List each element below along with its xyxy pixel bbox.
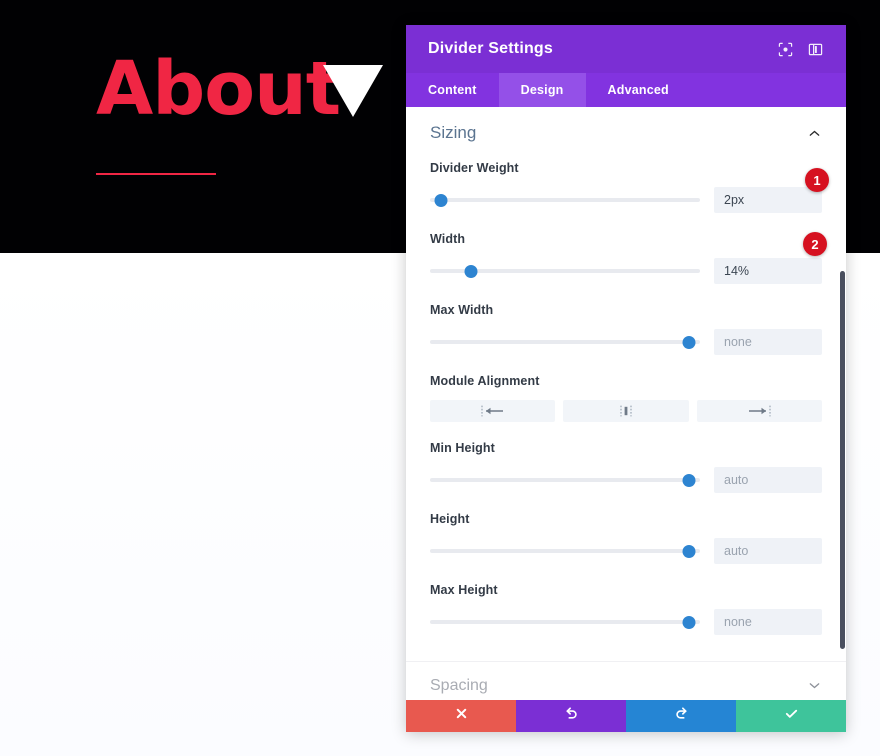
undo-icon	[564, 706, 579, 726]
slider-thumb[interactable]	[682, 544, 696, 558]
width-value[interactable]: 14%	[714, 258, 822, 284]
label-min-height: Min Height	[430, 441, 495, 455]
slider-min-height[interactable]	[430, 473, 700, 487]
undo-button[interactable]	[516, 700, 626, 732]
field-max-height: Max Height none	[430, 583, 822, 635]
field-divider-weight: Divider Weight 2px	[430, 161, 822, 213]
section-header-sizing[interactable]: Sizing	[406, 107, 846, 153]
triangle-down-icon	[323, 65, 383, 117]
height-value[interactable]: auto	[714, 538, 822, 564]
tab-design[interactable]: Design	[498, 73, 586, 107]
annotation-badge-2: 2	[803, 232, 827, 256]
slider-max-width[interactable]	[430, 335, 700, 349]
panel-layout-icon[interactable]	[802, 36, 828, 62]
label-width: Width	[430, 232, 466, 246]
module-alignment-group	[430, 400, 822, 422]
slider-track	[430, 478, 700, 482]
sizing-fields: Divider Weight 2px Width 14% Max Width n…	[406, 153, 846, 661]
align-right-icon[interactable]	[696, 400, 822, 422]
label-max-width: Max Width	[430, 303, 494, 317]
label-divider-weight: Divider Weight	[430, 161, 519, 175]
slider-width[interactable]	[430, 264, 700, 278]
align-center-icon[interactable]	[563, 400, 689, 422]
chevron-up-icon[interactable]	[806, 125, 822, 141]
field-max-width: Max Width none	[430, 303, 822, 355]
focus-mode-icon[interactable]	[772, 36, 798, 62]
min-height-value[interactable]: auto	[714, 467, 822, 493]
section-title-sizing: Sizing	[430, 123, 477, 142]
field-module-alignment: Module Alignment	[430, 374, 822, 422]
panel-scroll-area: Sizing Divider Weight 2px Width 14% Max …	[406, 107, 846, 700]
divider-settings-panel: Divider Settings Content Design Advanced…	[406, 25, 846, 732]
field-min-height: Min Height auto	[430, 441, 822, 493]
screen: About Divider Settings Content Design Ad…	[0, 0, 880, 756]
panel-scrollbar[interactable]	[839, 107, 846, 700]
slider-thumb[interactable]	[434, 193, 448, 207]
label-height: Height	[430, 512, 470, 526]
close-icon	[455, 707, 468, 725]
cancel-button[interactable]	[406, 700, 516, 732]
max-height-value[interactable]: none	[714, 609, 822, 635]
annotation-badge-1: 1	[805, 168, 829, 192]
slider-height[interactable]	[430, 544, 700, 558]
slider-thumb[interactable]	[464, 264, 477, 278]
align-left-icon[interactable]	[430, 400, 556, 422]
chevron-down-icon[interactable]	[806, 678, 822, 694]
panel-scrollbar-thumb[interactable]	[840, 271, 845, 649]
slider-track	[430, 549, 700, 553]
redo-icon	[674, 706, 689, 726]
slider-thumb[interactable]	[682, 335, 696, 349]
slider-track	[430, 340, 700, 344]
tab-advanced[interactable]: Advanced	[586, 73, 691, 107]
panel-title: Divider Settings	[428, 40, 554, 57]
slider-track	[430, 620, 700, 624]
max-width-value[interactable]: none	[714, 329, 822, 355]
section-title-spacing: Spacing	[430, 676, 488, 694]
slider-divider-weight[interactable]	[430, 193, 700, 207]
redo-button[interactable]	[626, 700, 736, 732]
section-header-spacing[interactable]: Spacing	[406, 661, 846, 700]
slider-max-height[interactable]	[430, 615, 700, 629]
panel-tabs: Content Design Advanced	[406, 73, 846, 107]
label-max-height: Max Height	[430, 583, 498, 597]
slider-thumb[interactable]	[682, 615, 696, 629]
slider-thumb[interactable]	[682, 473, 696, 487]
label-module-alignment: Module Alignment	[430, 374, 540, 388]
slider-track	[430, 198, 700, 202]
panel-footer	[406, 700, 846, 732]
tab-content[interactable]: Content	[406, 73, 499, 107]
check-icon	[784, 706, 799, 726]
field-width: Width 14%	[430, 232, 822, 284]
divider-module-preview[interactable]	[96, 173, 216, 175]
save-button[interactable]	[736, 700, 846, 732]
divider-weight-value[interactable]: 2px	[714, 187, 822, 213]
panel-header: Divider Settings	[406, 25, 846, 73]
field-height: Height auto	[430, 512, 822, 564]
